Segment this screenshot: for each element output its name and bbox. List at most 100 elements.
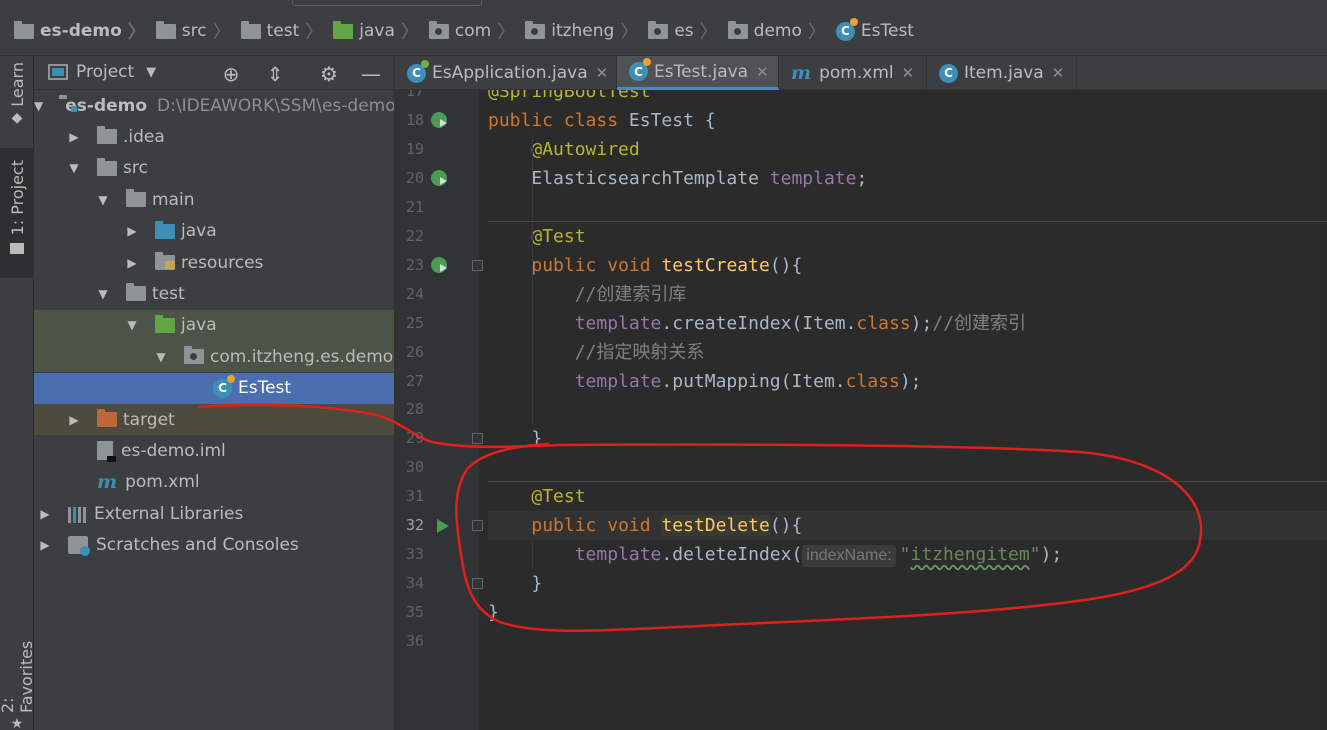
- chevron-down-icon[interactable]: ▼: [34, 99, 43, 113]
- gear-icon[interactable]: ⚙: [318, 62, 340, 86]
- close-icon[interactable]: ✕: [902, 64, 915, 82]
- fold-marker-icon[interactable]: [472, 578, 483, 590]
- code-line[interactable]: public void testCreate(){: [488, 251, 1327, 280]
- chevron-right-icon[interactable]: ▶: [67, 130, 81, 144]
- breadcrumb-item-estest[interactable]: C EsTest: [835, 17, 914, 41]
- tree-node[interactable]: ▼ test: [34, 278, 394, 309]
- tree-node[interactable]: ▶ Scratches and Consoles: [34, 530, 394, 561]
- star-icon: ★: [10, 716, 24, 730]
- tree-node[interactable]: m pom.xml: [34, 467, 394, 498]
- class-icon: C: [939, 63, 958, 83]
- chevron-down-icon[interactable]: ▼: [96, 287, 110, 301]
- hide-panel-icon[interactable]: —: [360, 62, 382, 86]
- breadcrumb-item-es[interactable]: es 〉: [648, 18, 721, 44]
- tree-node-label: target: [123, 409, 175, 430]
- toolbar-field[interactable]: [292, 0, 482, 6]
- line-number: 31: [405, 487, 424, 506]
- folder-icon: [240, 20, 261, 39]
- tree-node-label: com.itzheng.es.demo: [210, 346, 394, 367]
- code-line[interactable]: //指定映射关系: [488, 338, 1327, 367]
- fold-marker-icon[interactable]: [472, 433, 483, 445]
- tab-item[interactable]: C Item.java ✕: [927, 56, 1077, 90]
- chevron-down-icon[interactable]: ▼: [67, 161, 81, 175]
- tab-pom[interactable]: m pom.xml ✕: [779, 56, 927, 90]
- code-line[interactable]: }: [488, 569, 1327, 598]
- chevron-down-icon[interactable]: ▼: [154, 350, 168, 364]
- folder-icon: [97, 126, 117, 145]
- code-line[interactable]: [488, 627, 1327, 656]
- breadcrumb-item-es-demo[interactable]: es-demo 〉: [14, 18, 150, 44]
- collapse-all-icon[interactable]: ⇕: [264, 62, 286, 86]
- run-test-icon[interactable]: [431, 169, 447, 186]
- code-line[interactable]: @Autowired: [488, 135, 1327, 164]
- tree-node[interactable]: ▶ External Libraries: [34, 498, 394, 529]
- test-class-icon: C: [213, 374, 235, 398]
- chevron-right-icon[interactable]: ▶: [125, 224, 139, 238]
- tab-estest[interactable]: C EsTest.java ✕: [617, 56, 779, 90]
- gutter-line: 18: [395, 106, 479, 135]
- code-line[interactable]: @Test: [488, 482, 1327, 511]
- tree-node[interactable]: ▼ java: [34, 309, 394, 341]
- tree-node[interactable]: C EsTest: [34, 372, 394, 404]
- code-line[interactable]: [488, 453, 1327, 482]
- line-number: 18: [405, 110, 424, 129]
- project-view-selector[interactable]: Project ▼: [48, 62, 156, 82]
- tree-node[interactable]: ▶ target: [34, 404, 394, 435]
- project-tool-button[interactable]: 1: Project: [0, 148, 34, 278]
- chevron-down-icon[interactable]: ▼: [96, 193, 110, 207]
- locate-file-icon[interactable]: ⊕: [220, 62, 242, 86]
- breadcrumb-item-test[interactable]: test 〉: [240, 18, 328, 44]
- fold-marker-icon[interactable]: [472, 520, 483, 532]
- code-editor[interactable]: 17 18 19 20 21 22 23 24 25 26 27 28 29 30 31 32 33 34 35 36…: [395, 90, 1327, 730]
- breadcrumb-item-java[interactable]: java 〉: [333, 18, 423, 44]
- tree-node[interactable]: ▼ com.itzheng.es.demo: [34, 341, 394, 373]
- run-test-icon[interactable]: [431, 256, 447, 273]
- code-line[interactable]: ElasticsearchTemplate template;: [488, 164, 1327, 193]
- tab-esapplication[interactable]: C EsApplication.java ✕: [395, 56, 617, 90]
- code-line[interactable]: }: [488, 598, 1327, 627]
- tree-node[interactable]: ▼ es-demo D:\IDEAWORK\SSM\es-demo: [34, 90, 394, 121]
- code-line[interactable]: //创建索引库: [488, 280, 1327, 309]
- chevron-right-icon[interactable]: ▶: [67, 413, 81, 427]
- tool-window-strip: Learn ◆ 1: Project 2: Favorites ★: [0, 56, 36, 730]
- close-icon[interactable]: ✕: [756, 63, 769, 81]
- code-line[interactable]: @SpringBootTest: [488, 90, 1327, 106]
- close-icon[interactable]: ✕: [596, 64, 609, 82]
- tree-node-label: main: [152, 189, 195, 210]
- run-test-icon[interactable]: [431, 111, 447, 128]
- line-number: 34: [405, 574, 424, 593]
- tree-node[interactable]: es-demo.iml: [34, 435, 394, 466]
- run-icon[interactable]: [437, 519, 449, 534]
- breadcrumb-item-demo[interactable]: demo 〉: [727, 18, 830, 44]
- tree-node[interactable]: ▶ resources: [34, 247, 394, 278]
- code-line[interactable]: template.createIndex(Item.class);//创建索引: [488, 309, 1327, 338]
- fold-marker-icon[interactable]: [472, 259, 483, 271]
- close-icon[interactable]: ✕: [1052, 64, 1065, 82]
- code-line[interactable]: [488, 395, 1327, 424]
- tree-node[interactable]: ▶ java: [34, 216, 394, 247]
- tree-node-label: .idea: [123, 126, 165, 147]
- code-line[interactable]: template.deleteIndex(indexName: "itzhengi…: [488, 540, 1327, 569]
- gutter-line: 17: [395, 90, 479, 106]
- favorites-tool-button[interactable]: 2: Favorites ★: [0, 622, 36, 730]
- code-line[interactable]: [488, 193, 1327, 222]
- breadcrumb-item-src[interactable]: src 〉: [155, 18, 235, 44]
- learn-tool-button[interactable]: Learn ◆: [0, 62, 34, 142]
- tree-node[interactable]: ▼ main: [34, 184, 394, 215]
- breadcrumb-item-com[interactable]: com 〉: [428, 18, 519, 44]
- tree-node-label: Scratches and Consoles: [96, 535, 299, 556]
- chevron-right-icon[interactable]: ▶: [38, 538, 52, 552]
- breadcrumb-item-itzheng[interactable]: itzheng 〉: [525, 18, 642, 44]
- chevron-down-icon[interactable]: ▼: [125, 318, 139, 332]
- tree-node[interactable]: ▶ .idea: [34, 121, 394, 152]
- code-area[interactable]: @SpringBootTest public class EsTest { @Au…: [488, 90, 1327, 730]
- chevron-right-icon[interactable]: ▶: [38, 507, 52, 521]
- code-line[interactable]: @Test: [488, 222, 1327, 251]
- code-line[interactable]: template.putMapping(Item.class);: [488, 367, 1327, 396]
- editor-gutter: 17 18 19 20 21 22 23 24 25 26 27 28 29 30 31 32 33 34 35 36: [395, 90, 483, 730]
- code-line[interactable]: }: [488, 424, 1327, 453]
- code-line[interactable]: public class EsTest {: [488, 106, 1327, 135]
- code-line[interactable]: public void testDelete(){: [488, 511, 1327, 541]
- chevron-right-icon[interactable]: ▶: [125, 256, 139, 270]
- tree-node[interactable]: ▼ src: [34, 153, 394, 184]
